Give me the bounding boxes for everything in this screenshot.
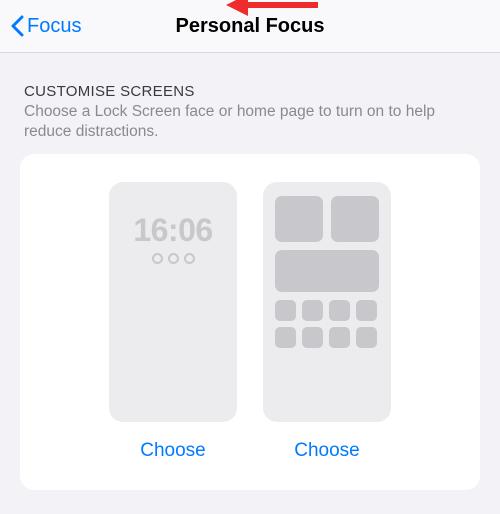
app-icon [329, 300, 350, 321]
section-description: Choose a Lock Screen face or home page t… [20, 100, 480, 142]
chevron-left-icon [10, 15, 25, 37]
content: CUSTOMISE SCREENS Choose a Lock Screen f… [0, 53, 500, 490]
app-icon [356, 327, 377, 348]
lock-screen-time: 16:06 [133, 212, 212, 249]
home-screen-preview [263, 182, 391, 422]
back-label: Focus [27, 15, 81, 38]
widget-wide-icon [275, 250, 379, 292]
widget-icon [331, 196, 379, 242]
choose-home-button[interactable]: Choose [294, 440, 360, 462]
app-icon [356, 300, 377, 321]
choose-lock-button[interactable]: Choose [140, 440, 206, 462]
nav-bar: Focus Personal Focus [0, 0, 500, 53]
screens-card: 16:06 Choose [20, 154, 480, 490]
section-header: CUSTOMISE SCREENS [20, 83, 480, 100]
lock-screen-dots-icon [152, 253, 195, 264]
lock-screen-preview: 16:06 [109, 182, 237, 422]
app-icon [302, 300, 323, 321]
widget-icon [275, 196, 323, 242]
app-icon [302, 327, 323, 348]
back-button[interactable]: Focus [0, 15, 81, 38]
lock-screen-option[interactable]: 16:06 Choose [109, 182, 237, 462]
app-icon [329, 327, 350, 348]
app-icon [275, 327, 296, 348]
home-screen-option[interactable]: Choose [263, 182, 391, 462]
app-icon [275, 300, 296, 321]
